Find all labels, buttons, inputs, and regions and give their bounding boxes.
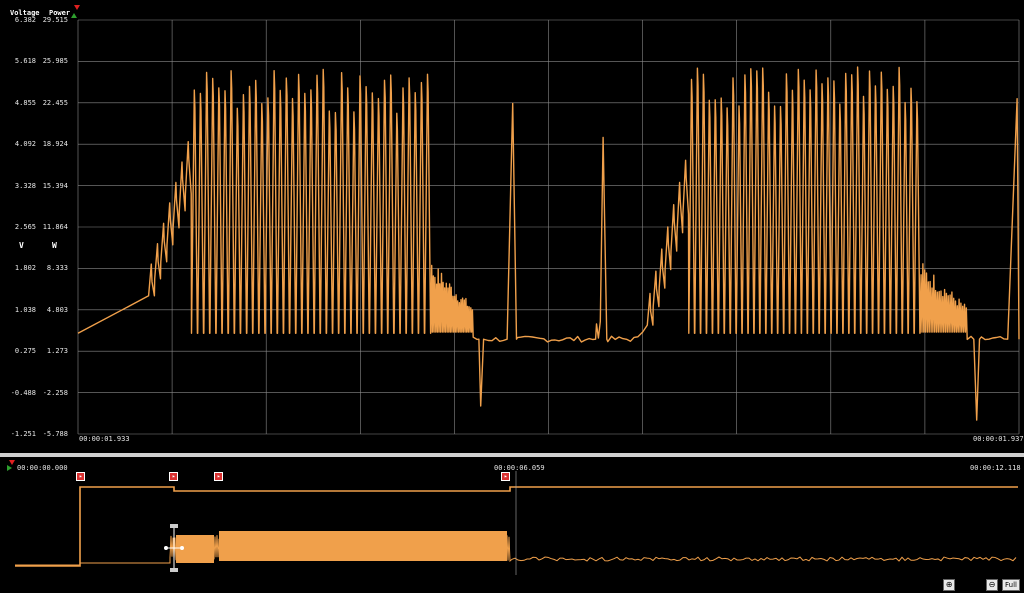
overview-start-label: 00:00:00.000 bbox=[17, 464, 68, 472]
power-tick-label: 11.864 bbox=[42, 223, 68, 231]
power-tick-label: 29.515 bbox=[42, 16, 68, 24]
voltage-tick-label: 1.038 bbox=[14, 305, 36, 314]
voltage-unit: V bbox=[19, 241, 24, 250]
voltage-tick-label: 6.382 bbox=[14, 16, 36, 24]
power-tick-label: 15.394 bbox=[42, 181, 68, 190]
voltage-tick-label: 5.618 bbox=[14, 57, 36, 66]
power-unit: W bbox=[52, 241, 57, 250]
power-tick-label: -2.258 bbox=[42, 388, 68, 397]
overview-power-line bbox=[15, 535, 1017, 566]
selection-handle[interactable] bbox=[164, 524, 184, 572]
overview-burst-block bbox=[219, 531, 507, 561]
overview-voltage-line bbox=[15, 486, 1018, 567]
voltage-tick-label: -1.251 bbox=[10, 430, 36, 438]
trigger-level-icon[interactable] bbox=[71, 13, 77, 18]
full-button[interactable]: Full bbox=[1002, 579, 1020, 591]
voltage-tick-label: 1.802 bbox=[14, 264, 36, 273]
voltage-tick-label: 0.275 bbox=[14, 347, 36, 356]
voltage-tick-label: 2.565 bbox=[14, 223, 36, 231]
overview-panel[interactable]: 00:00:00.000 00:00:06.059 00:00:12.118 ⚑… bbox=[0, 457, 1024, 593]
flag-icon[interactable]: ⚑ bbox=[501, 472, 510, 481]
voltage-tick-label: 3.328 bbox=[14, 181, 36, 190]
power-tick-label: 22.455 bbox=[42, 98, 68, 107]
power-tick-label: 18.924 bbox=[42, 140, 68, 149]
overview-chart-svg[interactable] bbox=[0, 457, 1024, 593]
zoom-in-icon[interactable]: ⊕ bbox=[943, 579, 956, 591]
power-tick-label: 25.985 bbox=[42, 57, 68, 66]
main-chart-panel[interactable]: Voltage Power V W 6.382 5.618 4.855 4.092 3.… bbox=[0, 0, 1024, 453]
main-chart-svg[interactable] bbox=[0, 0, 1024, 453]
power-tick-label: -5.788 bbox=[42, 430, 68, 438]
flag-icon[interactable]: ⚑ bbox=[76, 472, 85, 481]
zoom-out-icon[interactable]: ⊖ bbox=[986, 579, 999, 591]
x-start-label: 00:00:01.933 bbox=[79, 435, 130, 443]
flag-icon[interactable]: ⚑ bbox=[169, 472, 178, 481]
overview-mid-label: 00:00:06.059 bbox=[494, 464, 545, 472]
voltage-tick-label: -0.488 bbox=[10, 388, 36, 397]
voltage-tick-label: 4.855 bbox=[14, 98, 36, 107]
power-tick-label: 8.333 bbox=[46, 264, 68, 273]
trigger-marker-icon[interactable] bbox=[74, 5, 80, 10]
zoom-level: 100% bbox=[959, 580, 983, 590]
voltage-tick-label: 4.092 bbox=[14, 140, 36, 149]
zoom-controls: ⊕ 100% ⊖ Full bbox=[943, 577, 1024, 593]
overview-trigger-icon[interactable] bbox=[9, 460, 15, 465]
power-tick-label: 1.273 bbox=[46, 347, 68, 356]
overview-end-label: 00:00:12.118 bbox=[970, 464, 1021, 472]
x-end-label: 00:00:01.937 bbox=[973, 435, 1024, 443]
flag-icon[interactable]: ⚑ bbox=[214, 472, 223, 481]
overview-level-icon[interactable] bbox=[7, 465, 12, 471]
power-tick-label: 4.803 bbox=[46, 305, 68, 314]
